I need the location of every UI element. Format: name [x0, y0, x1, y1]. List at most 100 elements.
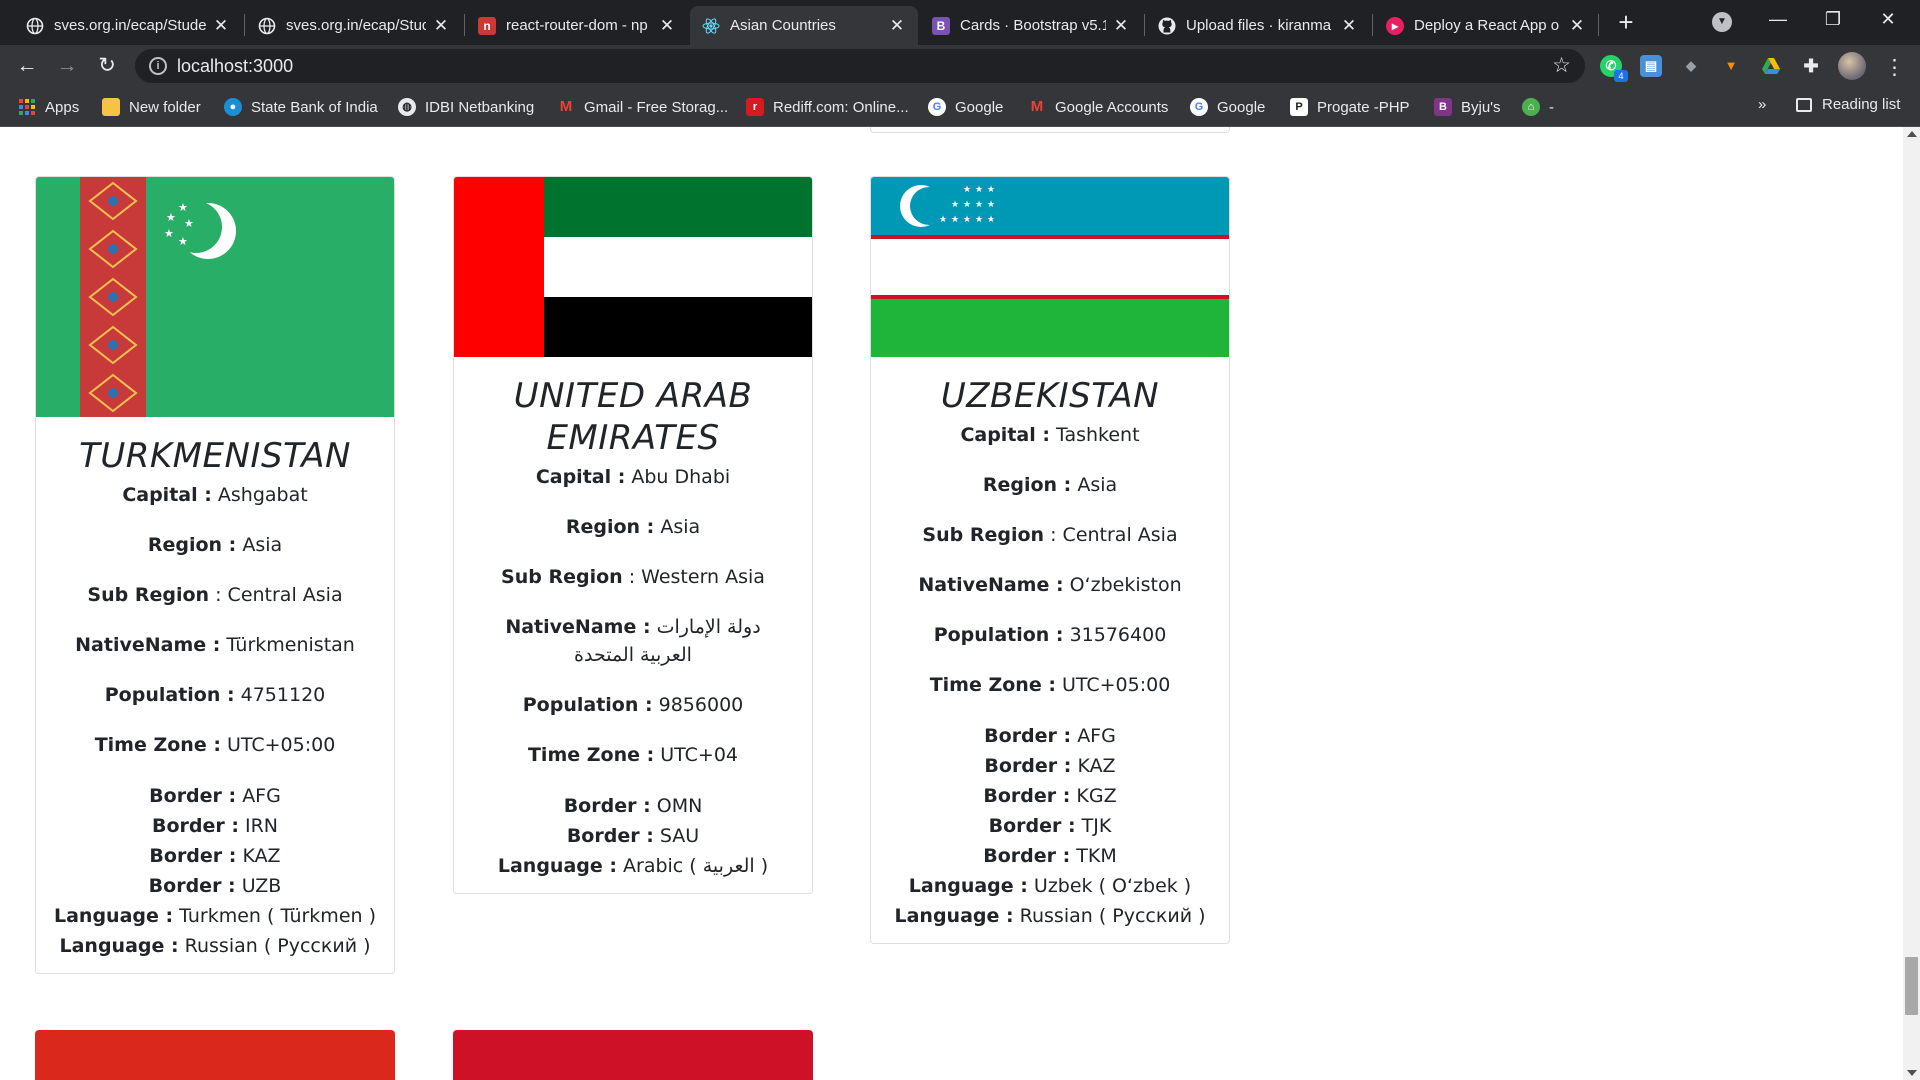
byjus-icon: B	[1434, 98, 1452, 116]
bookmark-star-icon[interactable]: ☆	[1552, 53, 1571, 78]
tab-sves-1[interactable]: sves.org.in/ecap/Stude ✕	[14, 6, 242, 45]
population-label: Population :	[522, 694, 653, 716]
bookmark-google-2[interactable]: G Google	[1190, 96, 1265, 118]
population-row: Population : 31576400	[883, 621, 1217, 649]
language-row: Language : Turkmen ( Türkmen )	[48, 901, 382, 931]
tab-divider	[464, 14, 465, 36]
population-row: Population : 4751120	[48, 681, 382, 709]
population-row: Population : 9856000	[466, 691, 800, 719]
extension-icon[interactable]: ▤	[1640, 55, 1662, 77]
bookmark-apps[interactable]: Apps	[18, 96, 79, 118]
card-body: UZBEKISTAN Capital : Tashkent Region : A…	[871, 357, 1229, 943]
reading-list-button[interactable]: Reading list	[1796, 96, 1900, 113]
bookmark-sbi[interactable]: ● State Bank of India	[224, 96, 378, 118]
border-row: Border : KAZ	[48, 841, 382, 871]
tab-asian-countries[interactable]: Asian Countries ✕	[690, 6, 918, 45]
menu-kebab-icon[interactable]: ⋮	[1884, 55, 1905, 80]
tab-close-icon[interactable]: ✕	[432, 16, 450, 35]
bookmarks-overflow-button[interactable]: »	[1758, 96, 1766, 113]
tab-bootstrap-cards[interactable]: B Cards · Bootstrap v5.1 ✕	[920, 6, 1142, 45]
forward-arrow-icon[interactable]: →	[52, 51, 82, 81]
svg-text:★: ★	[975, 215, 983, 225]
bookmark-label: Byju's	[1461, 98, 1501, 116]
page-content: ★ ★ ★ ★ ★ TURKMENISTAN Capital : Ashgabat Re…	[0, 127, 1920, 1080]
dropbox-icon[interactable]: ◆	[1680, 55, 1702, 77]
scroll-up-arrow-icon[interactable]	[1907, 131, 1917, 137]
border-label: Border :	[983, 785, 1071, 807]
tab-title: Cards · Bootstrap v5.1	[960, 17, 1106, 34]
tab-deploy-react[interactable]: ▸ Deploy a React App o ✕	[1374, 6, 1598, 45]
scrollbar-thumb[interactable]	[1905, 957, 1918, 1015]
back-arrow-icon[interactable]: ←	[12, 51, 42, 81]
subregion-label: Sub Region	[87, 584, 210, 606]
restore-icon[interactable]: ❐	[1811, 4, 1855, 34]
window-close-icon[interactable]: ✕	[1866, 4, 1910, 34]
tab-close-icon[interactable]: ✕	[1568, 16, 1586, 35]
region-row: Region : Asia	[48, 531, 382, 559]
svg-text:★: ★	[178, 201, 188, 214]
nativename-label: NativeName :	[505, 616, 651, 638]
react-icon	[702, 17, 720, 35]
border-value: TJK	[1081, 815, 1112, 837]
bookmark-gmail[interactable]: M Gmail - Free Storag...	[557, 96, 728, 118]
border-row: Border : KGZ	[883, 781, 1217, 811]
language-row: Language : Russian ( Русский )	[48, 931, 382, 961]
country-name: UZBEKISTAN	[940, 376, 1160, 416]
google-icon: G	[928, 98, 946, 116]
flag-image	[453, 1030, 813, 1080]
tab-close-icon[interactable]: ✕	[888, 16, 906, 35]
drive-icon[interactable]	[1760, 55, 1782, 77]
scroll-down-arrow-icon[interactable]	[1907, 1070, 1917, 1076]
language-value: Uzbek ( Oʻzbek )	[1033, 875, 1192, 897]
bookmark-label: State Bank of India	[251, 98, 378, 116]
subregion-separator: :	[622, 566, 636, 588]
tab-search-icon[interactable]: ▼	[1712, 12, 1732, 32]
page-scrollbar[interactable]	[1903, 127, 1920, 1080]
svg-text:★: ★	[963, 200, 971, 210]
language-value: Arabic ( العربية )	[623, 855, 769, 877]
reload-icon[interactable]: ↻	[92, 51, 122, 81]
avatar[interactable]	[1838, 52, 1866, 80]
border-label: Border :	[148, 875, 236, 897]
capital-label: Capital :	[122, 484, 212, 506]
bookmark-new-folder[interactable]: New folder	[102, 96, 201, 118]
bookmark-rediff[interactable]: r Rediff.com: Online...	[746, 96, 909, 118]
tab-sves-2[interactable]: sves.org.in/ecap/Stude ✕	[246, 6, 462, 45]
timezone-label: Time Zone :	[929, 674, 1056, 696]
language-value: Russian ( Русский )	[184, 935, 371, 957]
bookmark-google-1[interactable]: G Google	[928, 96, 1003, 118]
tab-github-upload[interactable]: Upload files · kiranma ✕	[1146, 6, 1370, 45]
bookmark-google-accounts[interactable]: M Google Accounts	[1028, 96, 1169, 118]
tab-close-icon[interactable]: ✕	[212, 16, 230, 35]
nativename-value: Oʻzbekiston	[1069, 574, 1182, 596]
new-tab-button[interactable]: +	[1612, 9, 1640, 37]
address-bar[interactable]: i localhost:3000 ☆	[135, 49, 1585, 83]
tab-close-icon[interactable]: ✕	[1340, 16, 1358, 35]
border-value: AFG	[242, 785, 281, 807]
next-card-flag-1	[35, 1030, 395, 1080]
nativename-label: NativeName :	[918, 574, 1064, 596]
bookmark-label: -	[1549, 98, 1554, 116]
bookmark-idbi[interactable]: ◍ IDBI Netbanking	[398, 96, 534, 118]
border-value: OMN	[656, 795, 703, 817]
border-row: Border : KAZ	[883, 751, 1217, 781]
extensions-puzzle-icon[interactable]: ✚	[1800, 55, 1822, 77]
subregion-label: Sub Region	[922, 524, 1045, 546]
minimize-icon[interactable]: —	[1756, 4, 1800, 34]
language-label: Language :	[894, 905, 1014, 927]
tab-close-icon[interactable]: ✕	[658, 16, 676, 35]
tab-title: Upload files · kiranma	[1186, 17, 1332, 34]
progate-icon: P	[1290, 98, 1308, 116]
bookmark-label: New folder	[129, 98, 201, 116]
site-info-icon[interactable]: i	[149, 57, 167, 75]
reading-list-icon	[1796, 97, 1812, 112]
svg-text:★: ★	[166, 211, 176, 224]
brave-icon[interactable]: ▼	[1720, 55, 1742, 77]
bookmark-progate[interactable]: P Progate -PHP	[1290, 96, 1410, 118]
bookmark-label: Rediff.com: Online...	[773, 98, 909, 116]
tab-react-router[interactable]: n react-router-dom - np ✕	[466, 6, 688, 45]
timezone-label: Time Zone :	[527, 744, 655, 766]
tab-close-icon[interactable]: ✕	[1112, 16, 1130, 35]
bookmark-green[interactable]: ⌂ -	[1522, 96, 1554, 118]
bookmark-byjus[interactable]: B Byju's	[1434, 96, 1501, 118]
